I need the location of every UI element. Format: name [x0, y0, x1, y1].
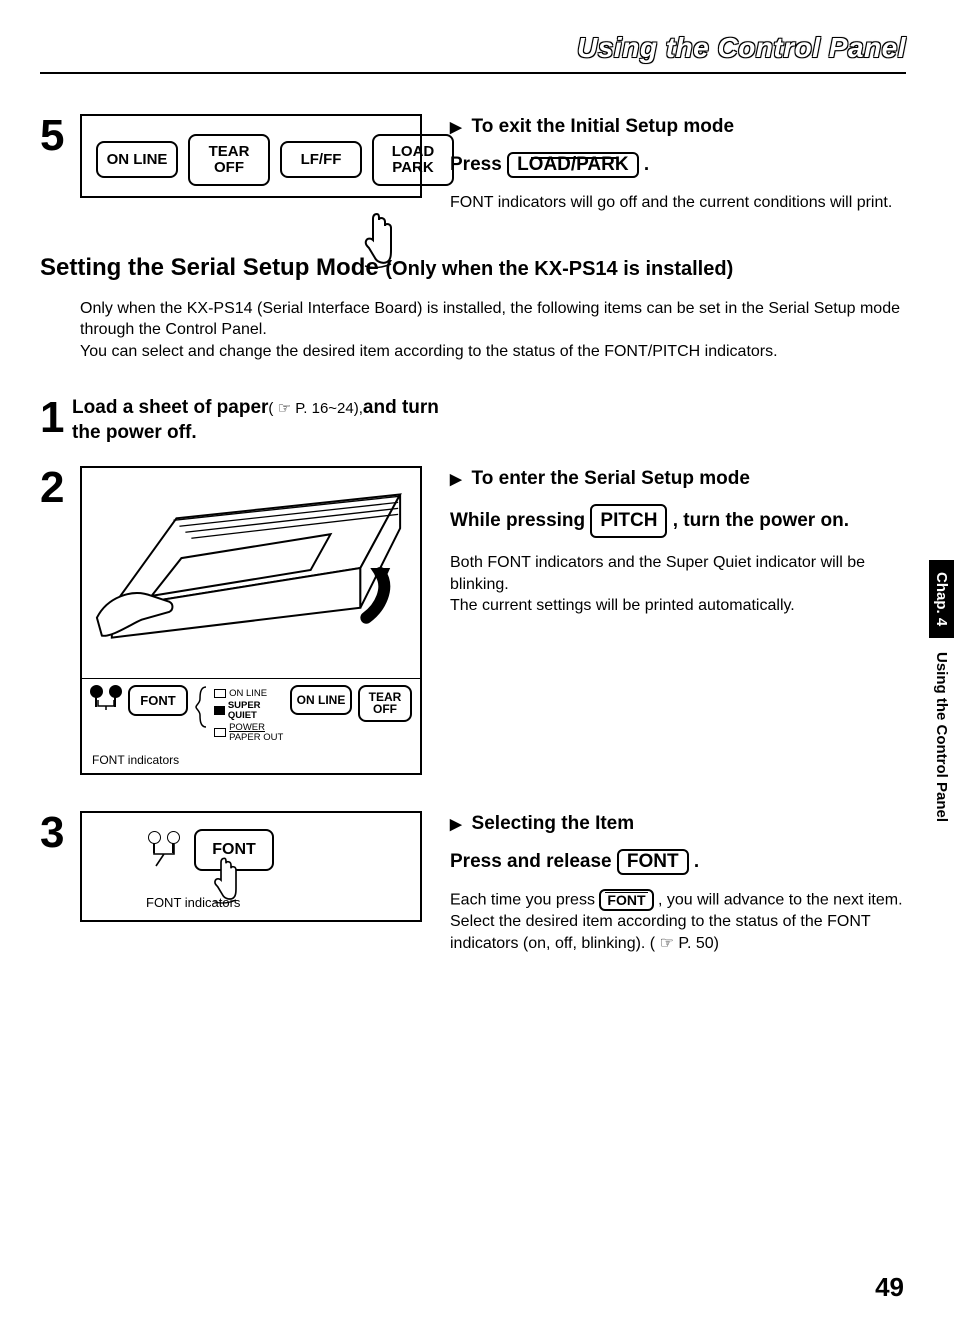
- step-2-row: 2: [40, 466, 906, 775]
- intro-line-2: You can select and change the desired it…: [80, 341, 906, 363]
- tear-bot-s: OFF: [363, 703, 407, 716]
- step-3-right: ▶ Selecting the Item Press and release F…: [450, 811, 906, 955]
- step3-press-prefix: Press and release: [450, 851, 612, 872]
- step-5-left: 5 ON LINE TEAR OFF LF/FF LOAD PARK: [40, 114, 422, 214]
- printer-illustration: [82, 468, 420, 678]
- lbl-super-quiet: SUPER QUIET: [228, 701, 284, 721]
- step-2-panel: FONT ON LINE SUPER QUIET POWERPAPER OUT …: [82, 678, 420, 753]
- section-intro: Only when the KX-PS14 (Serial Interface …: [80, 298, 906, 363]
- load-park-button: LOAD PARK: [372, 134, 454, 186]
- step-3-press-line: Press and release FONT .: [450, 849, 906, 875]
- step-1-text: Load a sheet of paper ( ☞ P. 16~24), and…: [72, 396, 470, 445]
- step2-body1: Both FONT indicators and the Super Quiet…: [450, 552, 906, 595]
- step-2-number: 2: [40, 466, 80, 510]
- step-2-left: 2: [40, 466, 422, 775]
- step-2-right: ▶ To enter the Serial Setup mode While p…: [450, 466, 906, 775]
- step-5-row: 5 ON LINE TEAR OFF LF/FF LOAD PARK: [40, 114, 906, 214]
- font-keycap: FONT: [617, 849, 689, 875]
- step-1-row: 1 Load a sheet of paper ( ☞ P. 16~24), a…: [40, 396, 906, 445]
- step2-body2: The current settings will be printed aut…: [450, 595, 906, 617]
- step-1-number: 1: [40, 396, 72, 440]
- press-suffix: .: [644, 154, 649, 175]
- chapter-title-tab: Using the Control Panel: [929, 638, 954, 852]
- chapter-side-tab: Chap. 4 Using the Control Panel: [929, 560, 954, 852]
- step-5-body: FONT indicators will go off and the curr…: [450, 192, 906, 214]
- led-pair-icon: [148, 831, 180, 844]
- lbl-paperout: PAPER OUT: [229, 733, 283, 743]
- chapter-number-tab: Chap. 4: [929, 560, 954, 638]
- press-prefix: Press: [450, 154, 502, 175]
- intro-line-1: Only when the KX-PS14 (Serial Interface …: [80, 298, 906, 341]
- step-2-press-line: While pressing PITCH , turn the power on…: [450, 504, 906, 538]
- page-number: 49: [875, 1272, 904, 1303]
- step-3-left: 3 FONT FONT indicators: [40, 811, 422, 955]
- step-5-press-line: Press LOAD/PARK .: [450, 152, 906, 178]
- step-2-diagram: FONT ON LINE SUPER QUIET POWERPAPER OUT …: [80, 466, 422, 775]
- online-button: ON LINE: [96, 141, 178, 178]
- header-rule: [40, 72, 906, 74]
- lf-ff-button: LF/FF: [280, 141, 362, 178]
- step-5-diagram: ON LINE TEAR OFF LF/FF LOAD PARK: [80, 114, 422, 198]
- tear-top: TEAR: [196, 144, 262, 160]
- step-5-number: 5: [40, 114, 80, 158]
- font-keycap-inline-text: FONT: [607, 892, 645, 908]
- online-button-small: ON LINE: [290, 685, 352, 715]
- indicator-labels: ON LINE SUPER QUIET POWERPAPER OUT: [214, 685, 284, 743]
- led-pair-icon: [90, 685, 122, 698]
- step-5-heading-text: To exit the Initial Setup mode: [472, 114, 735, 142]
- load-bot: PARK: [380, 160, 446, 176]
- step3-body-a: Each time you press: [450, 891, 599, 908]
- load-top: LOAD: [380, 144, 446, 160]
- load-park-keycap: LOAD/PARK: [507, 152, 639, 178]
- step-2-heading-text: To enter the Serial Setup mode: [472, 466, 750, 494]
- font-indicators-label-3: FONT indicators: [146, 895, 402, 910]
- tear-off-button: TEAR OFF: [188, 134, 270, 186]
- lbl-online: ON LINE: [229, 689, 267, 699]
- tear-off-button-small: TEAR OFF: [358, 685, 412, 722]
- step2-line-b: , turn the power on.: [673, 510, 849, 531]
- step3-press-suffix: .: [694, 851, 699, 872]
- step-3-number: 3: [40, 811, 80, 855]
- step-3-row: 3 FONT FONT indicators: [40, 811, 906, 955]
- triangle-icon: ▶: [450, 811, 462, 839]
- step-3-heading: ▶ Selecting the Item: [450, 811, 906, 839]
- curly-brace-icon: [194, 685, 208, 729]
- pitch-keycap: PITCH: [590, 504, 667, 538]
- step1-ref: ( ☞ P. 16~24),: [268, 399, 362, 419]
- tear-bot: OFF: [196, 160, 262, 176]
- step-5-right: ▶ To exit the Initial Setup mode Press L…: [450, 114, 906, 214]
- step-2-heading: ▶ To enter the Serial Setup mode: [450, 466, 906, 494]
- pointing-hand-icon: [358, 210, 400, 270]
- section-title-sub: (Only when the KX-PS14 is installed): [385, 258, 733, 280]
- font-keycap-inline: FONT: [599, 889, 653, 912]
- step-2-body: Both FONT indicators and the Super Quiet…: [450, 552, 906, 617]
- step-3-body: Each time you press FONT , you will adva…: [450, 889, 906, 955]
- page-header-title: Using the Control Panel: [40, 32, 906, 64]
- step-5-heading: ▶ To exit the Initial Setup mode: [450, 114, 906, 142]
- pointing-hand-icon: [206, 855, 246, 905]
- step-1-left: 1 Load a sheet of paper ( ☞ P. 16~24), a…: [40, 396, 470, 445]
- step2-line-a: While pressing: [450, 510, 590, 531]
- font-indicators-label-2: FONT indicators: [82, 753, 420, 773]
- step1-bold-a: Load a sheet of paper: [72, 397, 268, 418]
- section-heading: Setting the Serial Setup Mode (Only when…: [40, 254, 906, 282]
- section-title-main: Setting the Serial Setup Mode: [40, 254, 379, 281]
- step-3-diagram: FONT FONT indicators: [80, 811, 422, 922]
- font-button-small: FONT: [128, 685, 188, 716]
- triangle-icon: ▶: [450, 466, 462, 494]
- step-3-heading-text: Selecting the Item: [472, 811, 635, 839]
- page-root: Using the Control Panel 5 ON LINE TEAR O…: [0, 0, 954, 1333]
